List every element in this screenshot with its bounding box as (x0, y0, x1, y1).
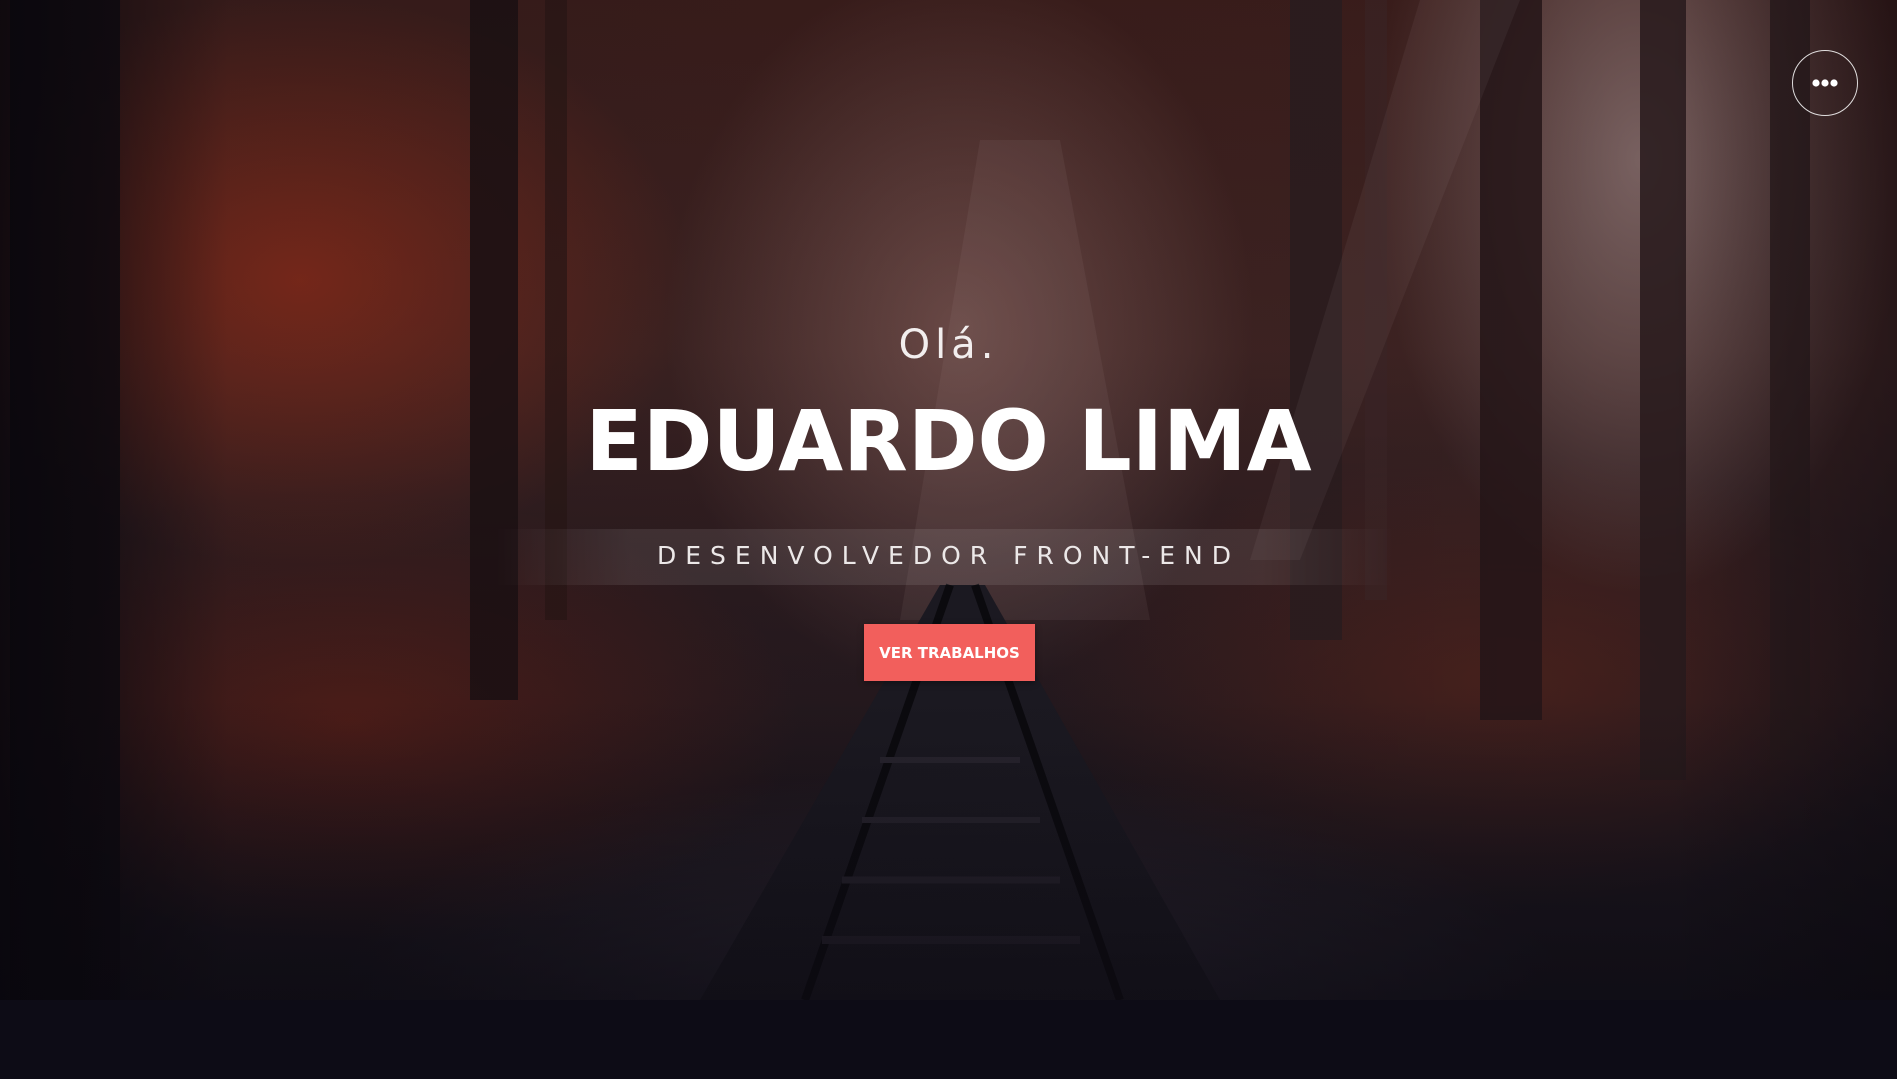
hero-content: Olá. EDUARDO LIMA DESENVOLVEDOR FRONT-EN… (0, 0, 1897, 1000)
hero-section: Olá. EDUARDO LIMA DESENVOLVEDOR FRONT-EN… (0, 0, 1897, 1000)
hero-name-heading: EDUARDO LIMA (585, 392, 1312, 490)
more-horizontal-icon (1812, 79, 1838, 87)
role-subtitle: DESENVOLVEDOR FRONT-END (657, 541, 1240, 570)
menu-button[interactable] (1792, 50, 1858, 116)
greeting-text: Olá. (898, 322, 999, 368)
next-section-strip (0, 1000, 1897, 1079)
view-works-button[interactable]: VER TRABALHOS (864, 624, 1035, 681)
page: Olá. EDUARDO LIMA DESENVOLVEDOR FRONT-EN… (0, 0, 1897, 1079)
